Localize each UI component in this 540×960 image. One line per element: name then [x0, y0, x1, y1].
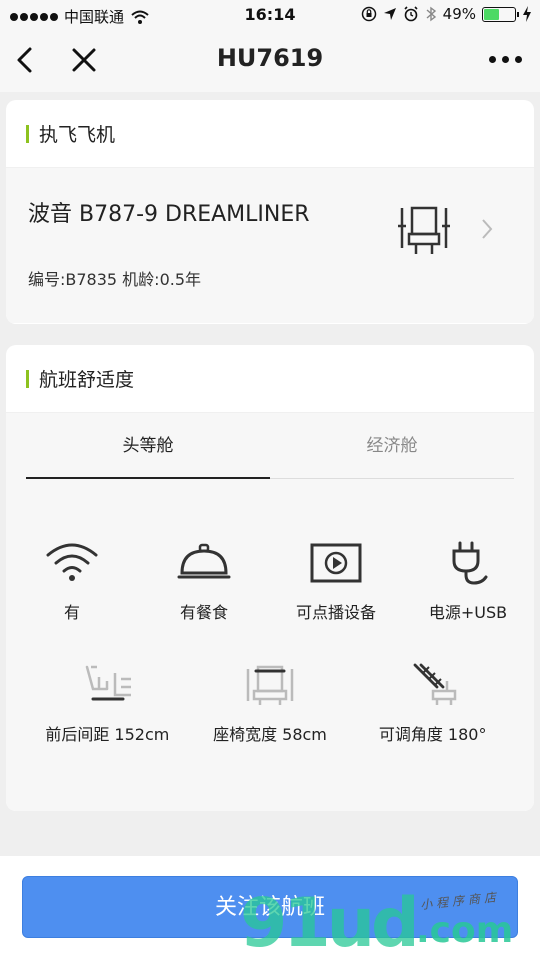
spec-label: 前后间距 152cm [45, 725, 170, 744]
accent-bar [26, 369, 29, 388]
alarm-icon [404, 6, 418, 22]
comfort-body: 头等舱 经济舱 有 有餐食 可点播设备 电源+USB 前后间距 152cm 座椅… [6, 413, 534, 811]
aircraft-card-title: 执飞飞机 [39, 124, 116, 146]
more-options-icon[interactable] [489, 56, 522, 63]
amenity-item: 有餐食 [139, 541, 269, 623]
rotation-lock-icon [361, 6, 376, 22]
cabin-tabs: 头等舱 经济舱 [26, 413, 514, 479]
seat-recline-icon [413, 663, 456, 705]
spec-row: 前后间距 152cm 座椅宽度 58cm 可调角度 180° [6, 661, 534, 745]
chevron-right-icon [482, 219, 493, 239]
accent-bar [26, 124, 29, 143]
power-plug-icon [452, 541, 488, 585]
video-play-icon [310, 543, 362, 583]
charging-bolt-icon [523, 6, 531, 22]
aircraft-card: 执飞飞机 波音 B787-9 DREAMLINER 编号:B7835 机龄:0.… [6, 100, 534, 324]
wifi-icon [46, 543, 98, 581]
follow-flight-button[interactable]: 关注该航班 [22, 876, 518, 938]
battery-icon [482, 6, 519, 22]
spec-item: 可调角度 180° [353, 661, 513, 745]
amenity-item: 电源+USB [403, 541, 533, 623]
bottom-bar: 关注该航班 [0, 856, 540, 960]
spec-item: 前后间距 152cm [27, 661, 187, 745]
aircraft-meta: 编号:B7835 机龄:0.5年 [28, 270, 202, 289]
spec-label: 可调角度 180° [378, 725, 487, 744]
comfort-card: 航班舒适度 头等舱 经济舱 有 有餐食 可点播设备 电源+USB 前后间距 15… [6, 345, 534, 811]
nav-bar: HU7619 [0, 30, 540, 92]
amenity-label: 电源+USB [428, 603, 508, 622]
status-right: 49% [361, 5, 532, 23]
seat-map-icon [398, 206, 450, 254]
location-arrow-icon [383, 8, 396, 20]
amenity-item: 有 [7, 541, 137, 623]
bluetooth-icon [426, 6, 436, 22]
amenity-label: 有餐食 [179, 603, 228, 622]
spec-label: 座椅宽度 58cm [213, 725, 327, 744]
seat-pitch-icon [86, 665, 132, 701]
comfort-card-header: 航班舒适度 [6, 345, 534, 413]
seat-width-icon [246, 665, 294, 705]
amenity-row: 有 有餐食 可点播设备 电源+USB [6, 541, 534, 623]
aircraft-card-header: 执飞飞机 [6, 100, 534, 168]
tab-economy[interactable]: 经济舱 [270, 413, 514, 478]
amenity-item: 可点播设备 [271, 541, 401, 623]
meal-cloche-icon [177, 543, 231, 579]
aircraft-info-row[interactable]: 波音 B787-9 DREAMLINER 编号:B7835 机龄:0.5年 [6, 168, 534, 323]
amenity-label: 有 [63, 603, 80, 622]
battery-percent: 49% [442, 5, 476, 23]
tab-first-class[interactable]: 头等舱 [26, 413, 270, 479]
amenity-label: 可点播设备 [295, 603, 376, 622]
page-title: HU7619 [216, 44, 324, 72]
status-bar: 中国联通 16:14 49% [0, 0, 540, 30]
aircraft-model: 波音 B787-9 DREAMLINER [28, 202, 310, 227]
comfort-card-title: 航班舒适度 [39, 369, 135, 391]
spec-item: 座椅宽度 58cm [190, 661, 350, 745]
